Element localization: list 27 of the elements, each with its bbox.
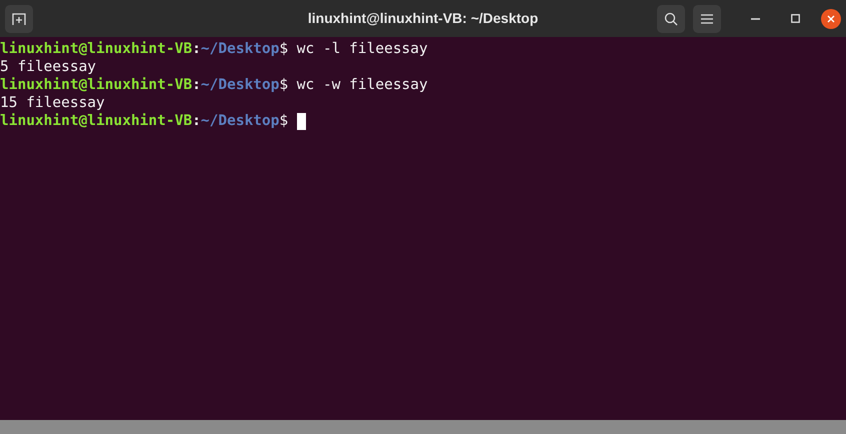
search-icon	[664, 12, 678, 26]
prompt-separator: :	[192, 40, 201, 58]
prompt-symbol: $	[279, 112, 288, 130]
window-title: linuxhint@linuxhint-VB: ~/Desktop	[308, 9, 538, 28]
new-tab-button[interactable]	[5, 4, 33, 32]
prompt-user: linuxhint@linuxhint-VB	[0, 76, 192, 94]
prompt-path: ~/Desktop	[200, 76, 280, 94]
prompt-user: linuxhint@linuxhint-VB	[0, 40, 192, 58]
new-tab-icon	[12, 12, 26, 26]
menu-button[interactable]	[693, 4, 721, 32]
command-text: wc -l fileessay	[296, 40, 428, 58]
prompt-separator: :	[192, 112, 201, 130]
maximize-icon	[790, 14, 800, 23]
output-text: 5 fileessay	[0, 58, 96, 76]
prompt-symbol: $	[279, 76, 288, 94]
command-text: wc -w fileessay	[296, 76, 428, 94]
prompt-path: ~/Desktop	[200, 112, 280, 130]
close-button[interactable]	[821, 8, 841, 28]
prompt-symbol: $	[279, 40, 288, 58]
close-icon	[827, 14, 835, 22]
menu-icon	[701, 14, 713, 24]
prompt-path: ~/Desktop	[200, 40, 280, 58]
output-text: 15 fileessay	[0, 94, 105, 112]
search-button[interactable]	[657, 4, 685, 32]
minimize-icon	[750, 18, 760, 20]
prompt-user: linuxhint@linuxhint-VB	[0, 112, 192, 130]
prompt-separator: :	[192, 76, 201, 94]
